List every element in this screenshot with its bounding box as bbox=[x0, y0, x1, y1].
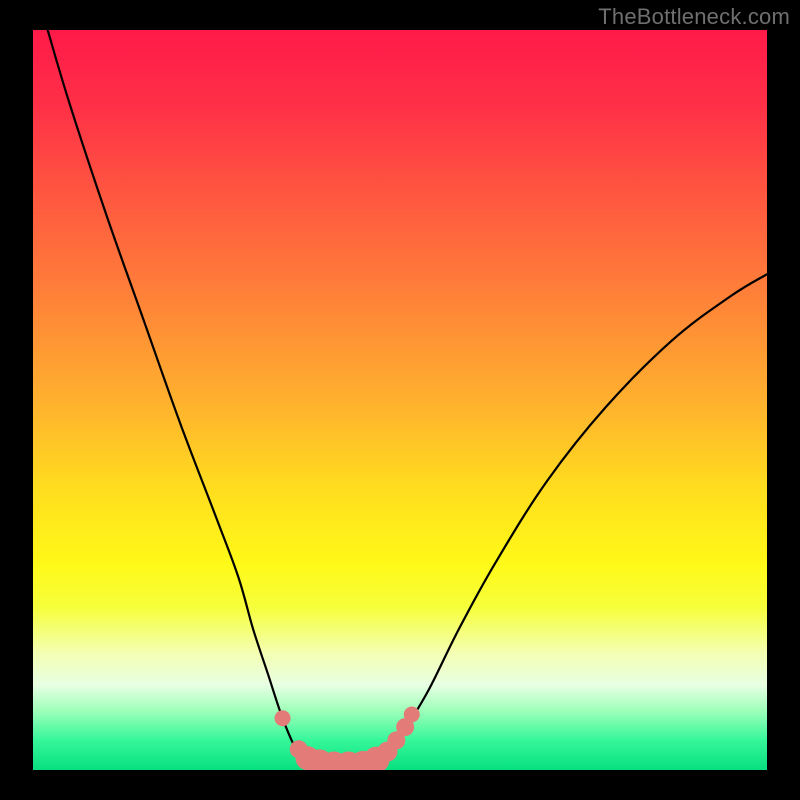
marker-point bbox=[275, 710, 291, 726]
plot-area bbox=[33, 30, 767, 770]
marker-point bbox=[404, 707, 420, 723]
gradient-background bbox=[33, 30, 767, 770]
watermark-text: TheBottleneck.com bbox=[598, 4, 790, 30]
plot-svg bbox=[33, 30, 767, 770]
chart-frame: TheBottleneck.com bbox=[0, 0, 800, 800]
